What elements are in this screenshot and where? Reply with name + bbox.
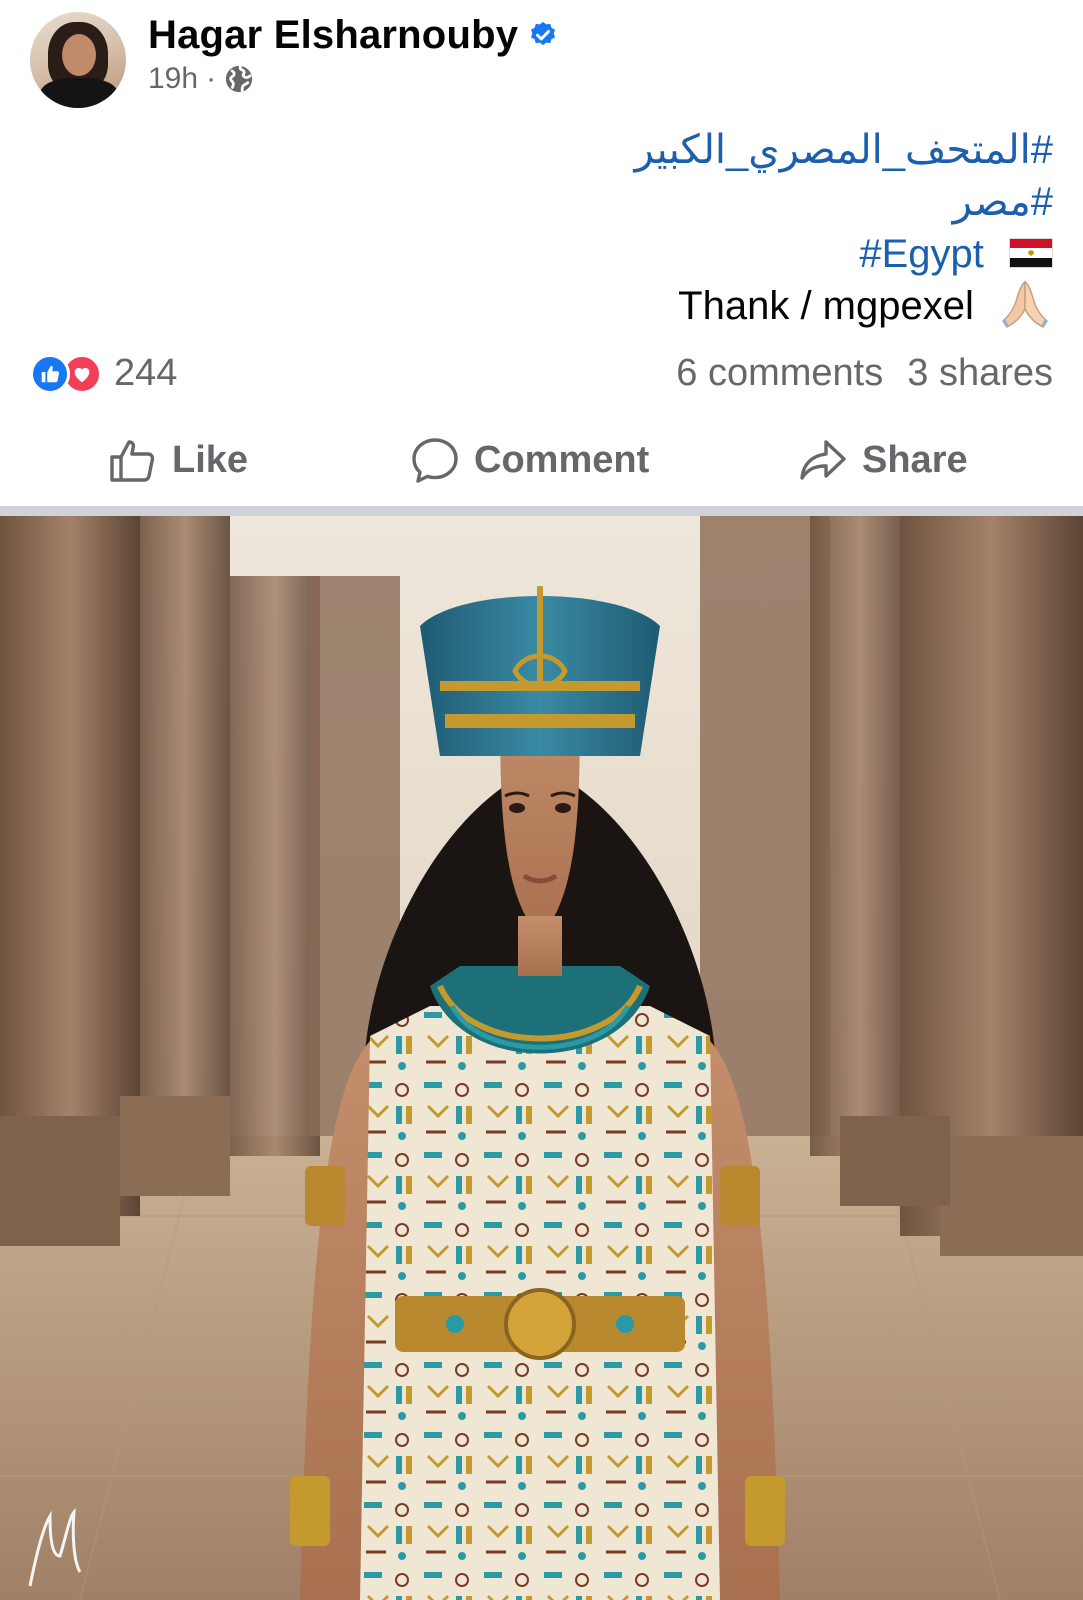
- hashtag-misr[interactable]: #مصر: [953, 180, 1053, 224]
- comments-count-link[interactable]: 6 comments: [676, 352, 883, 395]
- comment-button[interactable]: Comment: [410, 436, 649, 484]
- folded-hands-icon: [1002, 281, 1048, 329]
- like-button[interactable]: Like: [108, 436, 248, 484]
- like-reaction-icon: [30, 353, 70, 394]
- meta-separator: ·: [206, 62, 217, 95]
- author-name-row: Hagar Elsharnouby: [148, 12, 558, 58]
- reaction-count: 244: [114, 352, 178, 394]
- action-bar: Like Comment Share: [0, 420, 1083, 500]
- thumbs-up-icon: [110, 440, 155, 482]
- post-header: Hagar Elsharnouby 19h ·: [0, 0, 1083, 120]
- share-label: Share: [862, 438, 968, 481]
- egypt-flag-icon: [1009, 238, 1053, 269]
- hashtag-museum[interactable]: #المتحف_المصري_الكبير: [634, 128, 1053, 172]
- post-text: #المتحف_المصري_الكبير #مصر #Egypt Thank …: [153, 124, 1053, 332]
- shares-count-link[interactable]: 3 shares: [907, 352, 1053, 395]
- hashtag-egypt[interactable]: #Egypt: [859, 232, 984, 276]
- author-name[interactable]: Hagar Elsharnouby: [148, 13, 518, 58]
- engagement-stats: 244 6 comments 3 shares: [30, 350, 1053, 400]
- share-arrow-icon: [800, 440, 846, 480]
- comment-label: Comment: [474, 438, 650, 481]
- post-photo[interactable]: [0, 516, 1083, 1600]
- reaction-summary[interactable]: 244: [30, 352, 177, 395]
- comment-bubble-icon: [412, 438, 458, 483]
- queen-nefertiti-image: [0, 516, 1083, 1600]
- like-label: Like: [172, 438, 249, 481]
- share-button[interactable]: Share: [798, 436, 968, 484]
- post-time[interactable]: 19h: [148, 62, 198, 96]
- post-meta: 19h ·: [148, 62, 254, 96]
- section-divider: [0, 506, 1083, 516]
- verified-badge-icon: [531, 21, 556, 46]
- comment-share-counts: 6 comments 3 shares: [676, 352, 1053, 395]
- author-avatar[interactable]: [30, 12, 126, 108]
- globe-icon[interactable]: [224, 64, 254, 94]
- post-caption: Thank / mgpexel: [678, 284, 974, 328]
